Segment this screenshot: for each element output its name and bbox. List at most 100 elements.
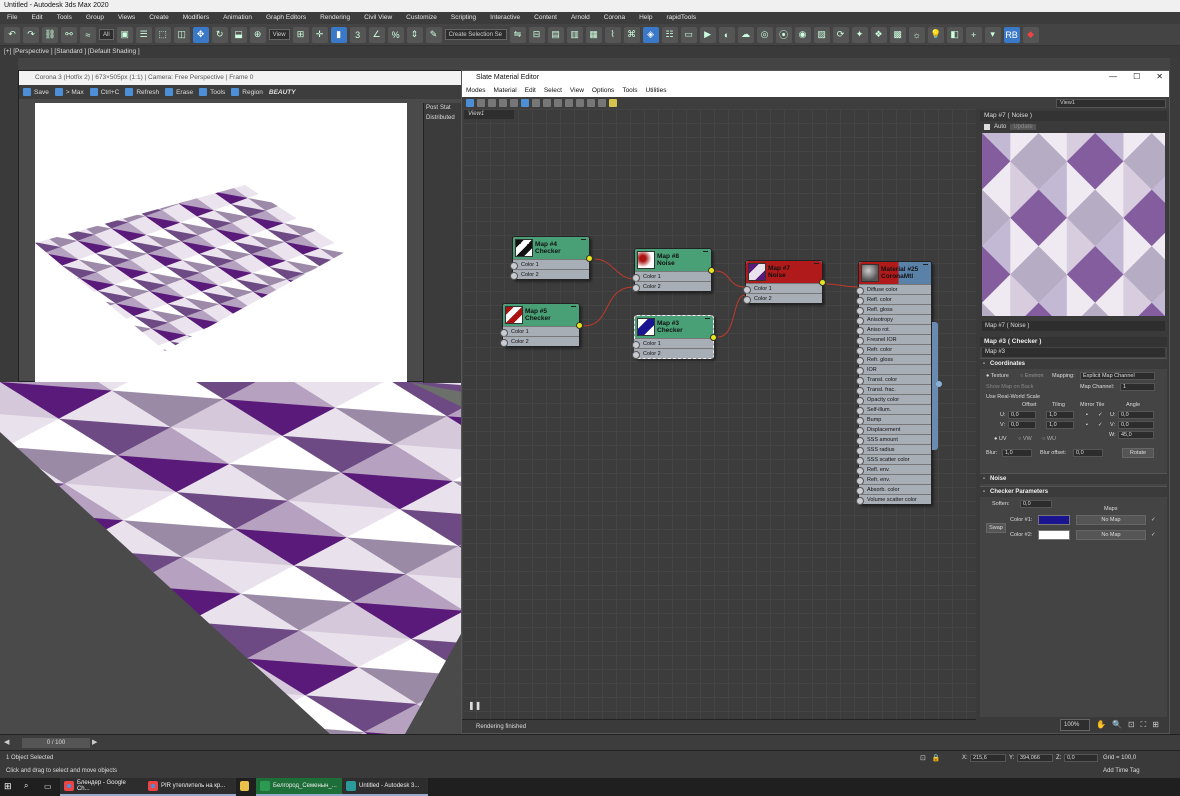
corona-save-button[interactable]: Save: [23, 88, 49, 96]
create-plus-icon[interactable]: +: [965, 26, 982, 43]
node-map8-header[interactable]: Map #8 Noise: [635, 249, 711, 271]
wu-radio[interactable]: ○ WU: [1042, 435, 1056, 443]
show-map-on-back-checkbox[interactable]: Show Map on Back: [986, 383, 1033, 391]
color2-swatch[interactable]: [1038, 530, 1070, 540]
named-selection-input[interactable]: Create Selection Se: [444, 29, 507, 40]
delete-selected-icon[interactable]: [510, 99, 518, 107]
view-dropdown[interactable]: View1: [1056, 99, 1166, 108]
slate-menu-tools[interactable]: Tools: [618, 85, 641, 97]
z-coord-field[interactable]: 0,0: [1064, 754, 1098, 762]
material-slot[interactable]: SSS radius: [856, 444, 931, 455]
chevron-down-icon[interactable]: ▾: [984, 26, 1001, 43]
angle-snap-icon[interactable]: ∠: [368, 26, 385, 43]
start-button[interactable]: ⊞: [0, 778, 20, 796]
coordinates-rollout[interactable]: Coordinates: [980, 358, 1167, 370]
select-by-name-icon[interactable]: ☰: [135, 26, 152, 43]
material-slot[interactable]: SSS amount: [856, 434, 931, 445]
rotate-icon[interactable]: ↻: [211, 26, 228, 43]
swap-button[interactable]: Swap: [986, 523, 1006, 533]
node-map5-header[interactable]: Map #5 Checker: [503, 304, 579, 326]
color2-map-button[interactable]: No Map: [1076, 530, 1146, 540]
tab-stat[interactable]: Stat: [440, 105, 451, 111]
material-slot[interactable]: Absorb. color: [856, 484, 931, 495]
node-material25[interactable]: Material #25 CoronaMtl Diffuse color Refl.…: [856, 261, 932, 505]
bind-spacewarp-icon[interactable]: ≈: [80, 26, 96, 43]
rect-selection-icon[interactable]: ⬚: [154, 26, 171, 43]
layout-children-icon[interactable]: [576, 99, 584, 107]
slate-menu-edit[interactable]: Edit: [521, 85, 540, 97]
node-slot[interactable]: Color 1: [632, 271, 711, 282]
red-cube-icon[interactable]: ◆: [1022, 26, 1039, 43]
zoom-dropdown[interactable]: 100%: [1060, 719, 1090, 731]
corona-copy-button[interactable]: Ctrl+C: [89, 88, 119, 96]
corona-channel-dropdown[interactable]: BEAUTY: [269, 89, 296, 96]
color1-map-button[interactable]: No Map: [1076, 515, 1146, 525]
corona-camera-icon[interactable]: ◧: [946, 26, 963, 43]
menu-views[interactable]: Views: [111, 12, 142, 24]
material-slot[interactable]: Displacement: [856, 424, 931, 435]
unlink-icon[interactable]: ⚯: [61, 26, 77, 43]
material-slot[interactable]: Refl. env.: [856, 464, 931, 475]
node-map4[interactable]: Map #4 Checker Color 1 Color 2: [510, 236, 593, 280]
search-button[interactable]: ⌕: [20, 778, 40, 796]
corona-sun-icon[interactable]: ☼: [908, 26, 925, 43]
select-by-material-icon[interactable]: [609, 99, 617, 107]
menu-scripting[interactable]: Scripting: [444, 12, 483, 24]
node-material25-header[interactable]: Material #25 CoronaMtl: [859, 262, 931, 284]
corona-lightmix-icon[interactable]: ✦: [851, 26, 868, 43]
pick-material-icon[interactable]: [477, 99, 485, 107]
material-slot[interactable]: Refr. color: [856, 344, 931, 355]
material-slot[interactable]: Volume scatter color: [856, 494, 931, 505]
selection-filter-dropdown[interactable]: All: [99, 29, 114, 40]
material-slot[interactable]: IOR: [856, 364, 931, 375]
slate-menu-modes[interactable]: Modes: [462, 85, 490, 97]
corona-proxy-icon[interactable]: ▩: [889, 26, 906, 43]
window-crossing-icon[interactable]: ◫: [173, 26, 190, 43]
blur-spinner[interactable]: 1,0: [1002, 449, 1032, 457]
corona-refresh-button[interactable]: Refresh: [125, 88, 159, 96]
task-chrome-2[interactable]: PIR утеплитель на кр...: [144, 778, 236, 796]
pan-icon[interactable]: ✋: [1096, 720, 1106, 730]
u-angle-spinner[interactable]: 0,0: [1118, 411, 1154, 419]
show-background-icon[interactable]: [554, 99, 562, 107]
hide-unused-icon[interactable]: [532, 99, 540, 107]
rendered-frame-window-icon[interactable]: ▭: [680, 26, 697, 43]
material-slot[interactable]: Fresnel IOR: [856, 334, 931, 345]
time-slider[interactable]: 0 / 100: [22, 738, 90, 748]
color1-swatch[interactable]: [1038, 515, 1070, 525]
menu-customize[interactable]: Customize: [399, 12, 444, 24]
menu-edit[interactable]: Edit: [24, 12, 49, 24]
u-offset-spinner[interactable]: 0,0: [1008, 411, 1036, 419]
edit-named-selection-icon[interactable]: ✎: [425, 26, 442, 43]
corona-render-icon[interactable]: ⦿: [775, 26, 792, 43]
v-tile-checkbox[interactable]: ✓: [1098, 421, 1103, 429]
zoom-region-icon[interactable]: ⊡: [1128, 720, 1135, 730]
map-channel-spinner[interactable]: 1: [1120, 383, 1155, 391]
v-angle-spinner[interactable]: 0,0: [1118, 421, 1154, 429]
corona-scatter-icon[interactable]: ❖: [870, 26, 887, 43]
pivot-icon[interactable]: ⊞: [292, 26, 309, 43]
w-angle-spinner[interactable]: 45,0: [1118, 431, 1154, 439]
task-chrome-1[interactable]: Блендер - Google Ch...: [60, 778, 144, 796]
x-coord-field[interactable]: 215,6: [970, 754, 1006, 762]
material-slot[interactable]: Refr. env.: [856, 474, 931, 485]
material-slot[interactable]: SSS scatter color: [856, 454, 931, 465]
noise-rollout[interactable]: Noise: [980, 473, 1167, 485]
corona-erase-button[interactable]: Erase: [165, 88, 193, 96]
node-slot[interactable]: Color 1: [743, 283, 822, 294]
assign-material-icon[interactable]: [499, 99, 507, 107]
v-tiling-spinner[interactable]: 1,0: [1046, 421, 1074, 429]
material-slot[interactable]: Diffuse color: [856, 284, 931, 295]
node-map8[interactable]: Map #8 Noise Color 1 Color 2: [632, 248, 715, 292]
command-panel-edge[interactable]: [1170, 58, 1180, 734]
material-slot[interactable]: Opacity color: [856, 394, 931, 405]
render-activeshade-icon[interactable]: ◐: [718, 26, 735, 43]
material-slot[interactable]: Refl. gloss: [856, 304, 931, 315]
redo-icon[interactable]: ↷: [23, 26, 39, 43]
minimize-node-icon[interactable]: [703, 251, 708, 252]
material-slot[interactable]: Refr. gloss: [856, 354, 931, 365]
render-setup-icon[interactable]: ☷: [661, 26, 678, 43]
auto-checkbox[interactable]: [984, 123, 990, 130]
corona-light-icon[interactable]: 💡: [927, 26, 944, 43]
color2-map-toggle[interactable]: ✓: [1151, 531, 1156, 539]
